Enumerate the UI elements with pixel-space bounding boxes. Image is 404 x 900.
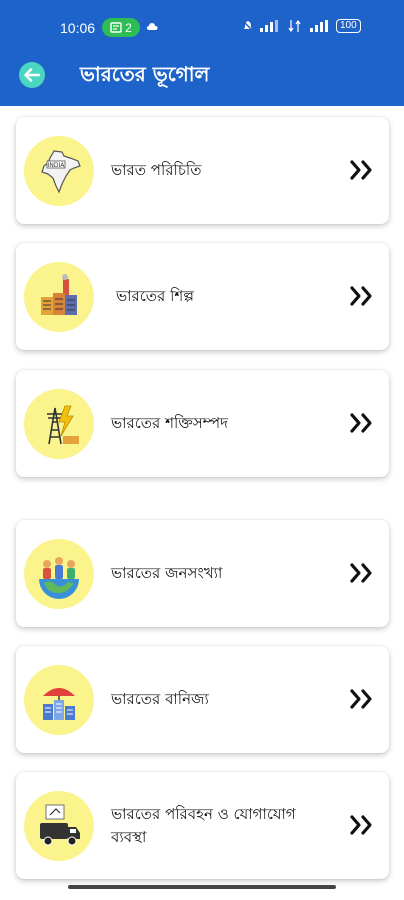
svg-text:INDIA: INDIA [48,162,66,169]
trade-icon [43,688,75,720]
wifi-signal-icon [310,20,328,32]
menu-card-india-intro[interactable]: INDIA ভারত পরিচিতি [16,117,389,224]
notification-count: 2 [125,20,132,35]
double-chevron-icon [350,815,372,835]
gesture-bar[interactable] [68,885,336,889]
data-icon [288,20,301,32]
menu-card-industry[interactable]: ভারতের শিল্প [16,243,389,350]
back-button[interactable] [19,62,45,88]
arrow-left-icon [24,68,40,82]
battery-icon: 100 [336,19,361,33]
factory-icon [41,274,77,315]
menu-card-trade[interactable]: ভারতের বানিজ্য [16,646,389,753]
menu-label: ভারতের পরিবহন ও যোগাযোগ ব্যবস্থা [111,804,296,846]
notification-pill: 2 [102,18,140,37]
icon-circle [24,539,94,609]
status-bar: 10:06 2 100 [0,14,404,42]
double-chevron-icon [350,413,372,433]
menu-label: ভারতের শক্তিসম্পদ [111,414,228,432]
mute-icon [242,20,254,32]
cloud-icon [146,20,158,34]
signal-icon [260,20,278,32]
notification-icon [110,22,122,33]
double-chevron-icon [350,286,372,306]
population-icon [39,557,79,599]
app-bar: 10:06 2 100 ভারতের ভূগোল [0,0,404,106]
india-map-icon: INDIA [41,150,81,194]
menu-label: ভারতের জনসংখ্যা [111,564,223,582]
icon-circle [24,389,94,459]
icon-circle [24,791,94,861]
icon-circle [24,665,94,735]
status-time: 10:06 [60,20,96,36]
menu-card-transport[interactable]: ভারতের পরিবহন ও যোগাযোগ ব্যবস্থা [16,772,389,879]
menu-label: ভারত পরিচিতি [111,161,202,179]
icon-circle: INDIA [24,136,94,206]
status-icons: 100 [242,19,361,33]
transport-icon [40,804,80,846]
icon-circle [24,262,94,332]
double-chevron-icon [350,563,372,583]
page-title: ভারতের ভূগোল [80,62,210,86]
double-chevron-icon [350,160,372,180]
double-chevron-icon [350,689,372,709]
menu-card-population[interactable]: ভারতের জনসংখ্যা [16,520,389,627]
menu-label: ভারতের বানিজ্য [111,690,209,708]
menu-label: ভারতের শিল্প [116,287,194,305]
menu-card-power-resources[interactable]: ভারতের শক্তিসম্পদ [16,370,389,477]
power-tower-icon [47,405,79,445]
